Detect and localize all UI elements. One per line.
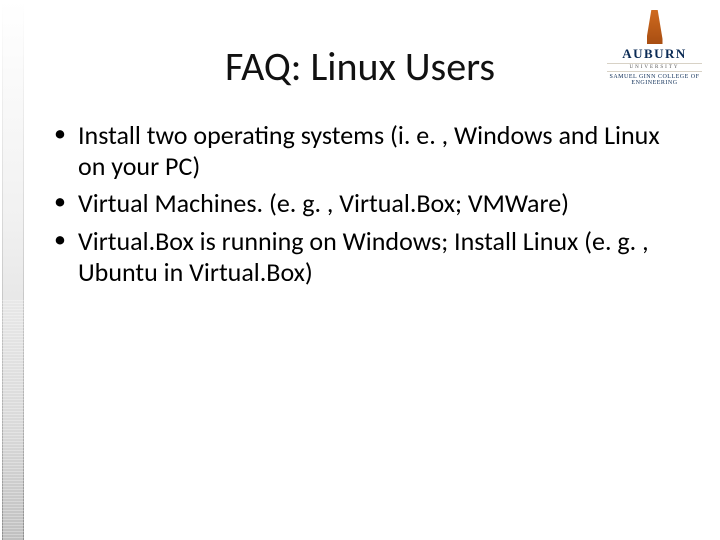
bullet-list: Install two operating systems (i. e. , W…: [48, 120, 680, 288]
tower-icon: [647, 10, 663, 44]
bullet-text: Virtual Machines. (e. g. , Virtual.Box; …: [78, 187, 569, 219]
slide-body: Install two operating systems (i. e. , W…: [48, 120, 680, 294]
bullet-text: Virtual.Box is running on Windows; Insta…: [78, 225, 649, 288]
bullet-item: Virtual.Box is running on Windows; Insta…: [48, 226, 680, 288]
bullet-item: Install two operating systems (i. e. , W…: [48, 120, 680, 182]
bullet-text: Install two operating systems (i. e. , W…: [78, 119, 660, 182]
slide-title: FAQ: Linux Users: [0, 42, 720, 91]
slide: AUBURN UNIVERSITY SAMUEL GINN COLLEGE OF…: [0, 0, 720, 540]
bullet-item: Virtual Machines. (e. g. , Virtual.Box; …: [48, 188, 680, 219]
